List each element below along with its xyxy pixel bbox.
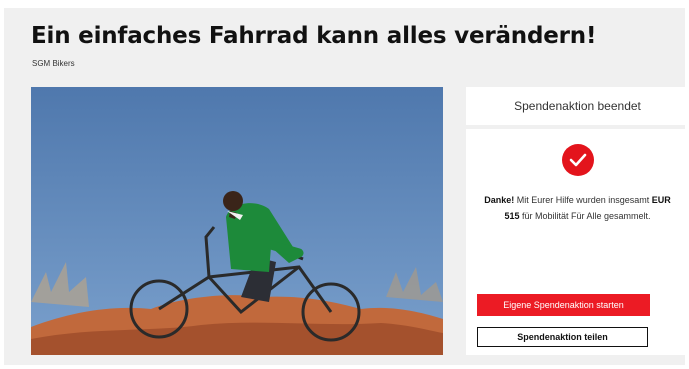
thanks-message: Danke! Mit Eurer Hilfe wurden insgesamt … bbox=[478, 192, 677, 224]
check-icon bbox=[562, 144, 594, 176]
start-campaign-button[interactable]: Eigene Spendenaktion starten bbox=[477, 294, 650, 316]
share-campaign-button[interactable]: Spendenaktion teilen bbox=[477, 327, 648, 347]
campaign-hero-image bbox=[31, 87, 443, 355]
thanks-text-1: Mit Eurer Hilfe wurden insgesamt bbox=[514, 195, 652, 205]
page-background: Ein einfaches Fahrrad kann alles verände… bbox=[4, 8, 689, 365]
campaign-status-header: Spendenaktion beendet bbox=[466, 87, 689, 125]
thanks-bold: Danke! bbox=[484, 195, 515, 205]
campaign-title: Ein einfaches Fahrrad kann alles verände… bbox=[31, 23, 597, 49]
thanks-text-2: für Mobilität Für Alle gesammelt. bbox=[519, 211, 651, 221]
campaign-summary-card: Danke! Mit Eurer Hilfe wurden insgesamt … bbox=[466, 129, 689, 355]
organizer-name: SGM Bikers bbox=[32, 59, 75, 68]
